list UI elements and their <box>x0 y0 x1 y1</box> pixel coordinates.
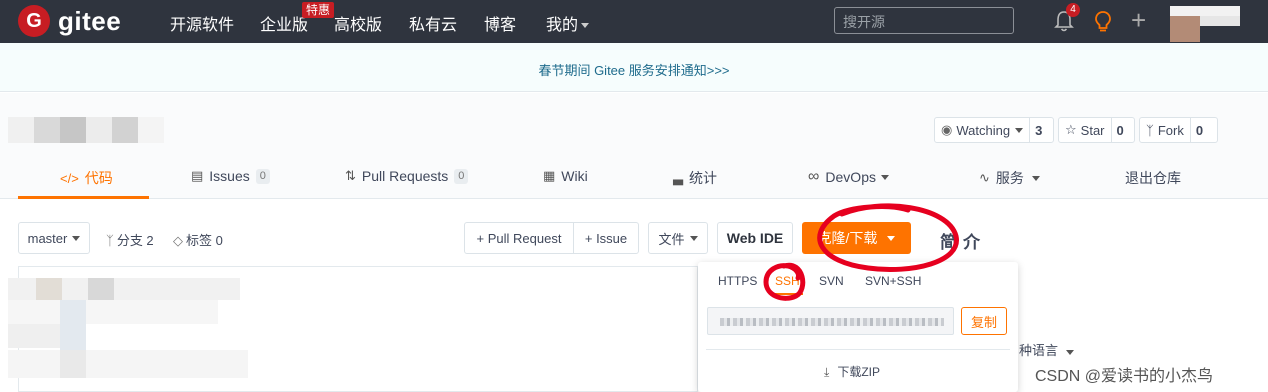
avatar[interactable] <box>1170 6 1242 42</box>
tab-leave-repo[interactable]: 退出仓库 <box>1125 168 1181 188</box>
watching-label: Watching <box>956 122 1011 138</box>
tab-code-label: 代码 <box>84 170 113 186</box>
file-button-label: 文件 <box>658 231 685 247</box>
infinity-icon: ∞ <box>808 168 820 185</box>
gitee-logo[interactable]: G gitee <box>18 5 121 37</box>
fork-label: Fork <box>1157 122 1184 138</box>
tab-services-label: 服务 <box>995 170 1024 186</box>
tab-services[interactable]: ∿ 服务 <box>979 168 1040 188</box>
branch-select[interactable]: master <box>18 222 90 254</box>
pull-request-icon: ⇅ <box>345 168 356 183</box>
intro-heading: 简介 <box>940 233 986 252</box>
clone-url-input[interactable] <box>707 307 954 335</box>
chevron-down-icon <box>1015 127 1024 133</box>
search-input[interactable]: 搜开源 <box>834 7 1014 34</box>
tags-link-label: 标签 0 <box>186 233 223 248</box>
notification-count: 4 <box>1066 3 1080 17</box>
chevron-down-icon <box>72 235 81 241</box>
tab-statistics-label: 统计 <box>689 170 717 186</box>
tab-issues[interactable]: ▤ Issues 0 <box>191 168 270 184</box>
tab-pull-requests-label: Pull Requests <box>361 168 449 184</box>
chevron-down-icon <box>887 235 896 241</box>
nav-open-source[interactable]: 开源软件 <box>170 11 234 35</box>
protocol-svn[interactable]: SVN <box>819 274 844 288</box>
star-label: Star <box>1080 122 1105 138</box>
tab-statistics[interactable]: ▃ 统计 <box>673 168 717 188</box>
tags-link[interactable]: ◇ 标签 0 <box>173 230 223 249</box>
download-zip-link[interactable]: ⤓ 下载ZIP <box>824 363 880 380</box>
csdn-watermark: CSDN @爱读书的小杰鸟 <box>1035 368 1214 385</box>
tab-devops[interactable]: ∞ DevOps <box>808 168 889 186</box>
book-icon: ▦ <box>543 168 556 183</box>
notice-banner: 春节期间 Gitee 服务安排通知>>> <box>0 43 1268 92</box>
tab-issues-label: Issues <box>209 168 250 184</box>
star-count: 0 <box>1110 118 1129 142</box>
hot-badge: 特惠 <box>302 2 335 18</box>
branches-link[interactable]: ᛉ 分支 2 <box>106 230 154 249</box>
nav-blog[interactable]: 博客 <box>484 11 516 35</box>
chevron-down-icon <box>581 23 590 29</box>
tag-icon: ◇ <box>173 233 183 248</box>
pulse-icon: ∿ <box>979 170 990 185</box>
top-navbar: G gitee 开源软件 企业版 特惠 高校版 私有云 博客 我的 搜开源 4 … <box>0 0 1268 43</box>
fork-button[interactable]: ᛉ Fork 0 <box>1139 117 1218 143</box>
clone-download-button[interactable]: 克隆/下载 <box>802 222 911 254</box>
star-button[interactable]: ☆ Star 0 <box>1058 117 1135 143</box>
protocol-https[interactable]: HTTPS <box>718 274 757 288</box>
fork-count: 0 <box>1189 118 1208 142</box>
copy-button[interactable]: 复制 <box>961 307 1007 335</box>
gitee-logo-text: gitee <box>58 5 122 36</box>
active-tab-indicator <box>18 196 149 199</box>
plus-icon[interactable]: + <box>1131 7 1146 33</box>
tab-pull-requests[interactable]: ⇅ Pull Requests 0 <box>345 168 469 184</box>
chevron-down-icon <box>1031 175 1040 181</box>
fork-icon: ᛉ <box>1146 122 1154 138</box>
languages-link[interactable]: 种语言 <box>1019 340 1075 359</box>
watching-button[interactable]: ◉ Watching 3 <box>934 117 1054 143</box>
new-issue-button[interactable]: + Issue <box>573 222 639 254</box>
eye-icon: ◉ <box>941 122 953 137</box>
protocol-svn-ssh[interactable]: SVN+SSH <box>865 274 921 288</box>
chevron-down-icon <box>689 235 698 241</box>
branch-icon: ᛉ <box>106 233 114 248</box>
nav-private-cloud[interactable]: 私有云 <box>409 11 457 35</box>
nav-university[interactable]: 高校版 <box>334 11 382 35</box>
notice-link[interactable]: 春节期间 Gitee 服务安排通知>>> <box>0 60 1268 79</box>
web-ide-button[interactable]: Web IDE <box>717 222 793 254</box>
pull-requests-count: 0 <box>454 168 469 184</box>
languages-label: 种语言 <box>1019 343 1059 358</box>
tab-devops-label: DevOps <box>825 169 876 185</box>
branch-select-label: master <box>27 230 68 246</box>
protocol-ssh[interactable]: SSH <box>775 274 800 288</box>
chevron-down-icon <box>880 174 889 180</box>
bar-chart-icon: ▃ <box>673 170 683 185</box>
star-icon: ☆ <box>1065 122 1077 137</box>
gitee-logo-icon: G <box>18 5 50 37</box>
clone-download-label: 克隆/下载 <box>817 230 878 246</box>
nav-mine[interactable]: 我的 <box>546 11 590 35</box>
issues-count: 0 <box>255 168 270 184</box>
code-icon: </> <box>60 170 79 186</box>
new-pull-request-button[interactable]: + Pull Request <box>464 222 574 254</box>
file-button[interactable]: 文件 <box>648 222 708 254</box>
tab-wiki[interactable]: ▦ Wiki <box>543 168 588 184</box>
download-zip-label: 下载ZIP <box>837 365 880 379</box>
branches-link-label: 分支 2 <box>116 233 154 248</box>
tab-code[interactable]: </> 代码 <box>60 168 113 188</box>
dropdown-divider <box>706 349 1010 350</box>
download-icon: ⤓ <box>824 365 830 379</box>
watching-count: 3 <box>1029 118 1047 142</box>
lightbulb-icon[interactable] <box>1093 9 1113 33</box>
issues-icon: ▤ <box>191 168 204 183</box>
active-protocol-indicator <box>771 293 803 295</box>
tab-wiki-label: Wiki <box>561 168 588 184</box>
nav-mine-label: 我的 <box>546 17 579 34</box>
nav-enterprise[interactable]: 企业版 <box>260 11 308 35</box>
chevron-down-icon <box>1066 350 1075 355</box>
